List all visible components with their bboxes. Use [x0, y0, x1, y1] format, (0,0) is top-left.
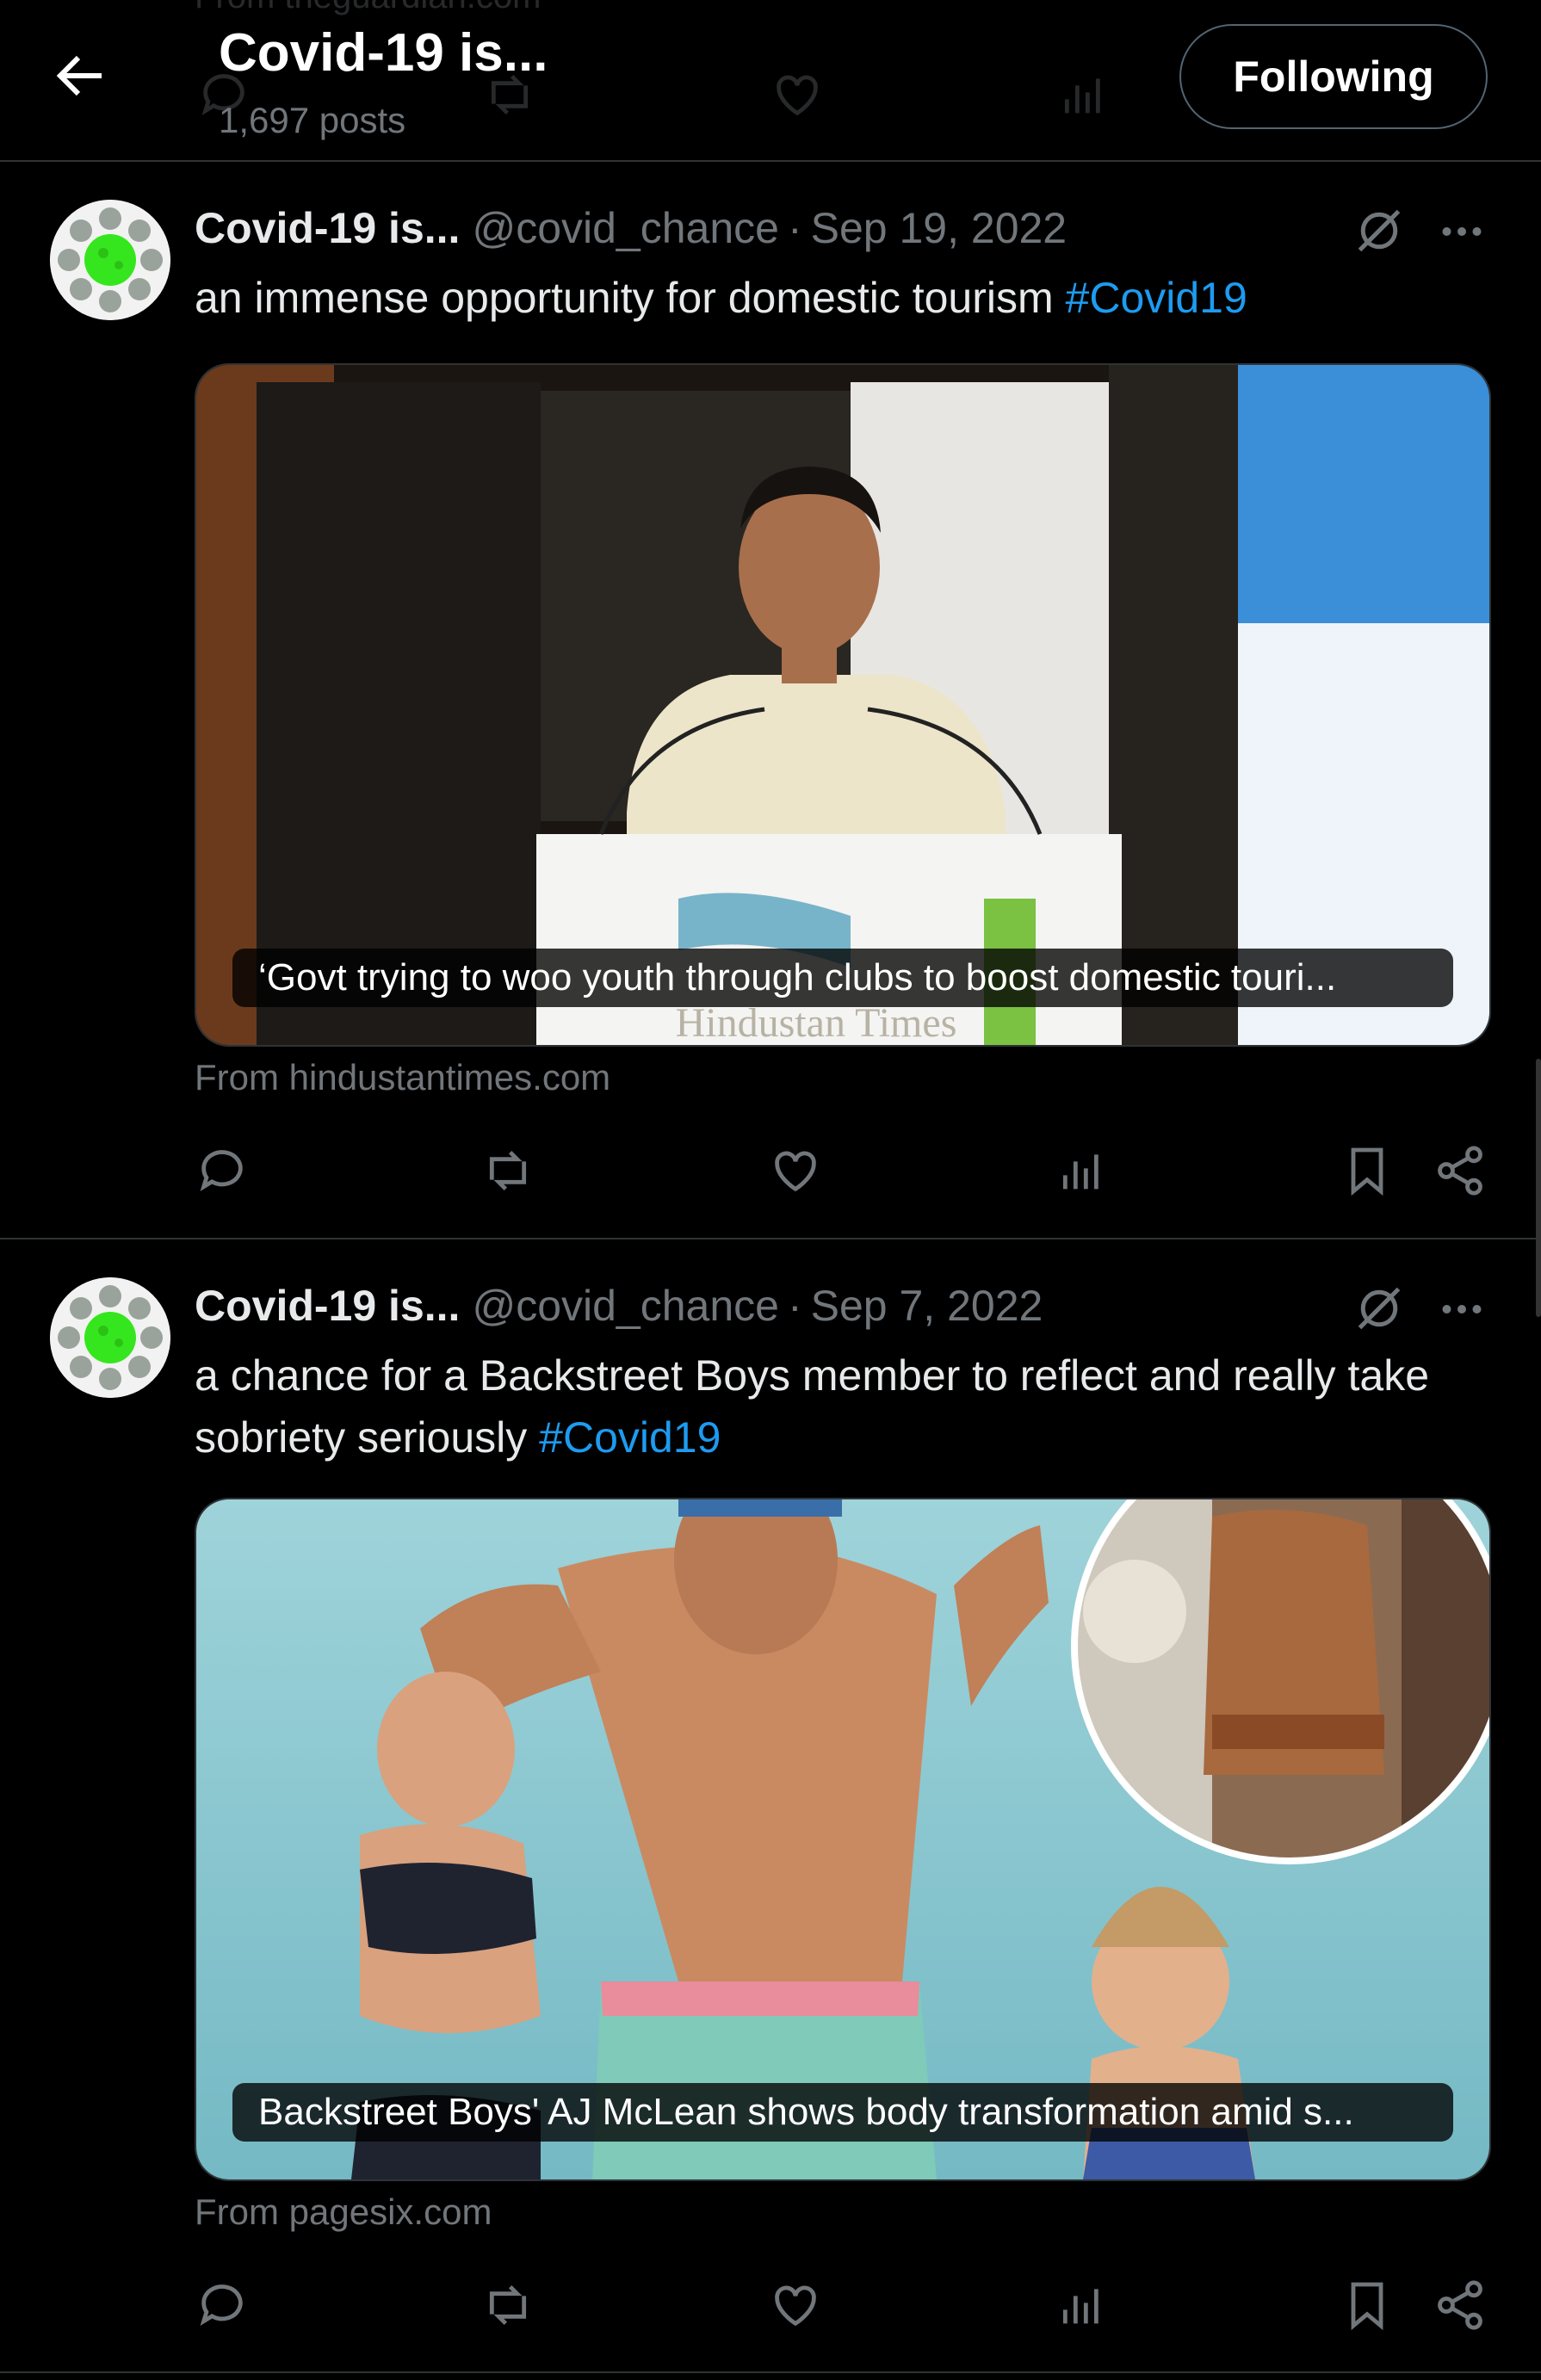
post-body: an immense opportunity for domestic tour… — [195, 274, 1066, 322]
post-count: 1,697 posts — [219, 100, 406, 140]
post-header: Covid-19 is... @covid_chance · Sep 7, 2022 — [195, 1281, 1043, 1331]
beach-family-photo — [196, 1499, 1489, 2179]
separator: · — [787, 1282, 802, 1330]
views-button[interactable] — [1054, 1143, 1109, 1198]
card-source[interactable]: From pagesix.com — [195, 2191, 492, 2233]
like-icon — [775, 2285, 816, 2327]
share-button[interactable] — [1433, 2278, 1488, 2333]
more-icon[interactable] — [1436, 219, 1488, 244]
share-icon — [1438, 1146, 1482, 1196]
post-date[interactable]: Sep 7, 2022 — [811, 1282, 1043, 1330]
card-caption[interactable]: ‘Govt trying to woo youth through clubs … — [232, 949, 1453, 1007]
views-icon — [1062, 1154, 1099, 1190]
avatar[interactable] — [50, 1277, 170, 1398]
separator: · — [787, 204, 802, 252]
card-caption[interactable]: Backstreet Boys' AJ McLean shows body tr… — [232, 2083, 1453, 2142]
hashtag-link[interactable]: #Covid19 — [1066, 274, 1247, 322]
like-icon — [777, 75, 818, 116]
post-header: Covid-19 is... @covid_chance · Sep 19, 2022 — [195, 203, 1067, 253]
virus-avatar-icon — [50, 200, 170, 320]
link-card-image[interactable]: Backstreet Boys' AJ McLean shows body tr… — [195, 1498, 1491, 2181]
profile-header: From theguardian.com Covid-19 is... 1,69… — [0, 0, 1541, 162]
views-icon — [1064, 78, 1100, 114]
post-actions — [195, 1143, 1503, 1212]
bookmark-icon — [1351, 2282, 1383, 2331]
avatar[interactable] — [50, 200, 170, 320]
like-button[interactable] — [768, 2278, 823, 2333]
repost-icon — [489, 1150, 527, 1191]
views-icon — [1062, 2289, 1099, 2324]
grok-icon[interactable] — [1353, 1283, 1405, 1334]
share-icon — [1438, 2280, 1482, 2330]
reply-button[interactable] — [195, 2278, 250, 2333]
reply-icon — [200, 1150, 243, 1191]
bookmark-button[interactable] — [1340, 1143, 1395, 1198]
share-button[interactable] — [1433, 1143, 1488, 1198]
post[interactable]: Covid-19 is... @covid_chance · Sep 7, 2022 … — [0, 1239, 1541, 2373]
author-handle[interactable]: @covid_chance — [472, 1282, 779, 1330]
author-name[interactable]: Covid-19 is... — [195, 1282, 460, 1330]
virus-avatar-icon — [50, 1277, 170, 1398]
post-date[interactable]: Sep 19, 2022 — [811, 204, 1068, 252]
post-text: a chance for a Backstreet Boys member to… — [195, 1345, 1486, 1468]
views-button[interactable] — [1054, 2278, 1109, 2333]
back-arrow-icon[interactable] — [50, 45, 112, 107]
speaker-podium-photo: Hindustan Times — [196, 365, 1489, 1045]
post[interactable]: Covid-19 is... @covid_chance · Sep 19, 2022… — [0, 162, 1541, 1239]
more-icon[interactable] — [1436, 1296, 1488, 1322]
bookmark-button[interactable] — [1340, 2278, 1395, 2333]
author-handle[interactable]: @covid_chance — [472, 204, 779, 252]
like-button[interactable] — [768, 1143, 823, 1198]
following-button[interactable]: Following — [1179, 24, 1488, 129]
scrollbar[interactable] — [1536, 1059, 1541, 1317]
link-card-image[interactable]: Hindustan Times ‘Govt trying to woo yout… — [195, 363, 1491, 1047]
scrolled-source: From theguardian.com — [195, 0, 541, 16]
grok-icon[interactable] — [1353, 205, 1405, 257]
reply-icon — [200, 2284, 243, 2326]
like-icon — [775, 1151, 816, 1192]
bookmark-icon — [1351, 1147, 1383, 1196]
repost-button[interactable] — [480, 2278, 535, 2333]
page-title: Covid-19 is... — [219, 23, 548, 83]
hashtag-link[interactable]: #Covid19 — [539, 1413, 721, 1462]
reply-button[interactable] — [195, 1143, 250, 1198]
repost-icon — [489, 2284, 527, 2326]
card-source[interactable]: From hindustantimes.com — [195, 1057, 610, 1098]
post-body: a chance for a Backstreet Boys member to… — [195, 1351, 1430, 1462]
post-text: an immense opportunity for domestic tour… — [195, 267, 1486, 329]
post-actions — [195, 2278, 1503, 2346]
author-name[interactable]: Covid-19 is... — [195, 204, 460, 252]
repost-button[interactable] — [480, 1143, 535, 1198]
